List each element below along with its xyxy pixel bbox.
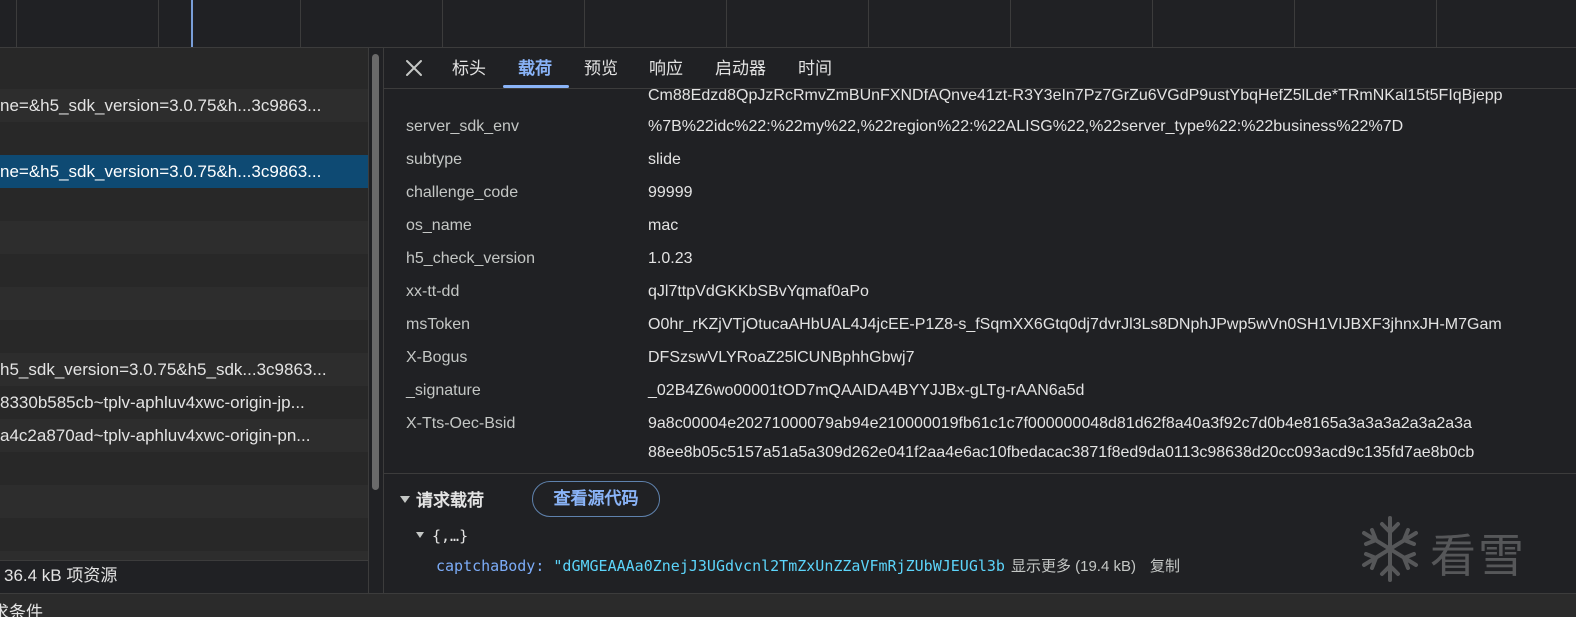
- param-value[interactable]: 88ee8b05c5157a51a5a309d262e041f2aa4e6ac1…: [648, 444, 1474, 462]
- request-row[interactable]: [0, 320, 368, 353]
- property-key: captchaBody: [436, 557, 536, 575]
- param-value[interactable]: 9a8c00004e20271000079ab94e210000019fb61c…: [648, 415, 1472, 433]
- tab-timing[interactable]: 时间: [798, 48, 832, 89]
- tab-initiator[interactable]: 启动器: [715, 48, 766, 89]
- timeline-cell: [585, 0, 727, 48]
- request-row[interactable]: a4c2a870ad~tplv-aphluv4xwc-origin-pn...: [0, 419, 368, 452]
- param-value[interactable]: Cm88Edzd8QpJzRcRmvZmBUnFXNDfAQnve41zt-R3…: [648, 89, 1503, 105]
- timeline-cursor[interactable]: [191, 0, 193, 48]
- request-list[interactable]: ne=&h5_sdk_version=3.0.75&h...3c9863...n…: [0, 48, 368, 560]
- param-key: X-Bogus: [406, 349, 468, 366]
- request-row[interactable]: [0, 254, 368, 287]
- show-more-button[interactable]: 显示更多 (19.4 kB): [1011, 558, 1136, 575]
- timeline-cell: [301, 0, 443, 48]
- property-colon: :: [535, 557, 554, 575]
- expand-triangle-icon[interactable]: [416, 531, 424, 538]
- request-row[interactable]: [0, 287, 368, 320]
- close-icon[interactable]: [402, 56, 426, 80]
- param-value[interactable]: mac: [648, 217, 678, 235]
- request-row[interactable]: h5_sdk_version=3.0.75&h5_sdk...3c9863...: [0, 353, 368, 386]
- query-params-list: Cm88Edzd8QpJzRcRmvZmBUnFXNDfAQnve41zt-R3…: [384, 89, 1576, 474]
- timeline-overview[interactable]: [0, 0, 1576, 48]
- timeline-cell: [0, 0, 17, 48]
- param-key: X-Tts-Oec-Bsid: [406, 415, 516, 432]
- timeline-cell: [443, 0, 585, 48]
- payload-object-root[interactable]: {,…}: [416, 525, 468, 547]
- timeline-cell: [159, 0, 301, 48]
- request-row[interactable]: [0, 551, 368, 560]
- param-value[interactable]: _02B4Z6wo00001tOD7mQAAIDA4BYYJJBx-gLTg-r…: [648, 382, 1084, 400]
- tab-payload[interactable]: 载荷: [518, 48, 552, 89]
- param-value[interactable]: qJl7ttpVdGKKbSBvYqmaf0aPo: [648, 283, 869, 301]
- request-payload-title: 请求载荷: [416, 491, 484, 510]
- timeline-cell: [1011, 0, 1153, 48]
- timeline-cell: [17, 0, 159, 48]
- bottom-drawer-label: 求条件: [0, 603, 43, 617]
- payload-object-summary: {,…}: [432, 527, 469, 545]
- tab-response[interactable]: 响应: [649, 48, 683, 89]
- tab-preview[interactable]: 预览: [584, 48, 618, 89]
- param-value[interactable]: O0hr_rKZjVTjOtucaAHbUAL4J4jcEE-P1Z8-s_fS…: [648, 316, 1502, 334]
- param-key: h5_check_version: [406, 250, 535, 267]
- request-row[interactable]: [0, 485, 368, 518]
- request-payload-header[interactable]: 请求载荷: [400, 486, 484, 516]
- request-list-top-spacer: [0, 48, 368, 56]
- param-value[interactable]: DFSzswVLYRoaZ25lCUNBphhGbwj7: [648, 349, 914, 367]
- timeline-cell: [1295, 0, 1437, 48]
- property-value[interactable]: "dGMGEAAAa0ZnejJ3UGdvcnl2TmZxUnZZaVFmRjZ…: [553, 557, 1005, 575]
- request-row[interactable]: 8330b585cb~tplv-aphluv4xwc-origin-jp...: [0, 386, 368, 419]
- request-row[interactable]: [0, 221, 368, 254]
- timeline-cell: [1153, 0, 1295, 48]
- request-row[interactable]: [0, 452, 368, 485]
- request-row[interactable]: [0, 56, 368, 89]
- timeline-cell: [869, 0, 1011, 48]
- payload-property-captchabody: captchaBody: "dGMGEAAAa0ZnejJ3UGdvcnl2Tm…: [436, 555, 1180, 578]
- request-row[interactable]: [0, 518, 368, 551]
- param-value[interactable]: slide: [648, 151, 681, 169]
- param-key: server_sdk_env: [406, 118, 519, 135]
- tab-headers[interactable]: 标头: [452, 48, 486, 89]
- view-source-button[interactable]: 查看源代码: [532, 481, 660, 517]
- bottom-drawer-header[interactable]: 求条件: [0, 593, 1576, 617]
- param-key: subtype: [406, 151, 463, 168]
- param-value[interactable]: 1.0.23: [648, 250, 692, 268]
- param-key: _signature: [406, 382, 481, 399]
- watermark: 看雪: [1358, 514, 1568, 590]
- param-key: challenge_code: [406, 184, 519, 201]
- param-value[interactable]: %7B%22idc%22:%22my%22,%22region%22:%22AL…: [648, 118, 1403, 136]
- param-value[interactable]: 99999: [648, 184, 693, 202]
- collapse-triangle-icon[interactable]: [400, 496, 410, 504]
- request-details: 标头 载荷 预览 响应 启动器 时间 Cm88Edzd8QpJzRcRmvZmB…: [383, 48, 1576, 593]
- active-tab-indicator: [503, 85, 569, 88]
- request-row[interactable]: [0, 188, 368, 221]
- request-row[interactable]: ne=&h5_sdk_version=3.0.75&h...3c9863...: [0, 89, 368, 122]
- copy-button[interactable]: 复制: [1150, 558, 1180, 575]
- details-tab-bar: 标头 载荷 预览 响应 启动器 时间: [384, 48, 1576, 89]
- timeline-cell: [1437, 0, 1576, 48]
- snowflake-icon: [1362, 516, 1418, 582]
- section-divider: [384, 473, 1576, 474]
- watermark-text: 看雪: [1430, 530, 1526, 582]
- request-row[interactable]: [0, 122, 368, 155]
- network-summary: 36.4 kB 项资源: [0, 560, 368, 593]
- param-key: xx-tt-dd: [406, 283, 460, 300]
- request-list-scrollbar-thumb[interactable]: [372, 54, 379, 490]
- timeline-cell: [727, 0, 869, 48]
- param-key: msToken: [406, 316, 471, 333]
- request-rows: ne=&h5_sdk_version=3.0.75&h...3c9863...n…: [0, 56, 368, 560]
- request-row[interactable]: ne=&h5_sdk_version=3.0.75&h...3c9863...: [0, 155, 368, 188]
- param-key: os_name: [406, 217, 472, 234]
